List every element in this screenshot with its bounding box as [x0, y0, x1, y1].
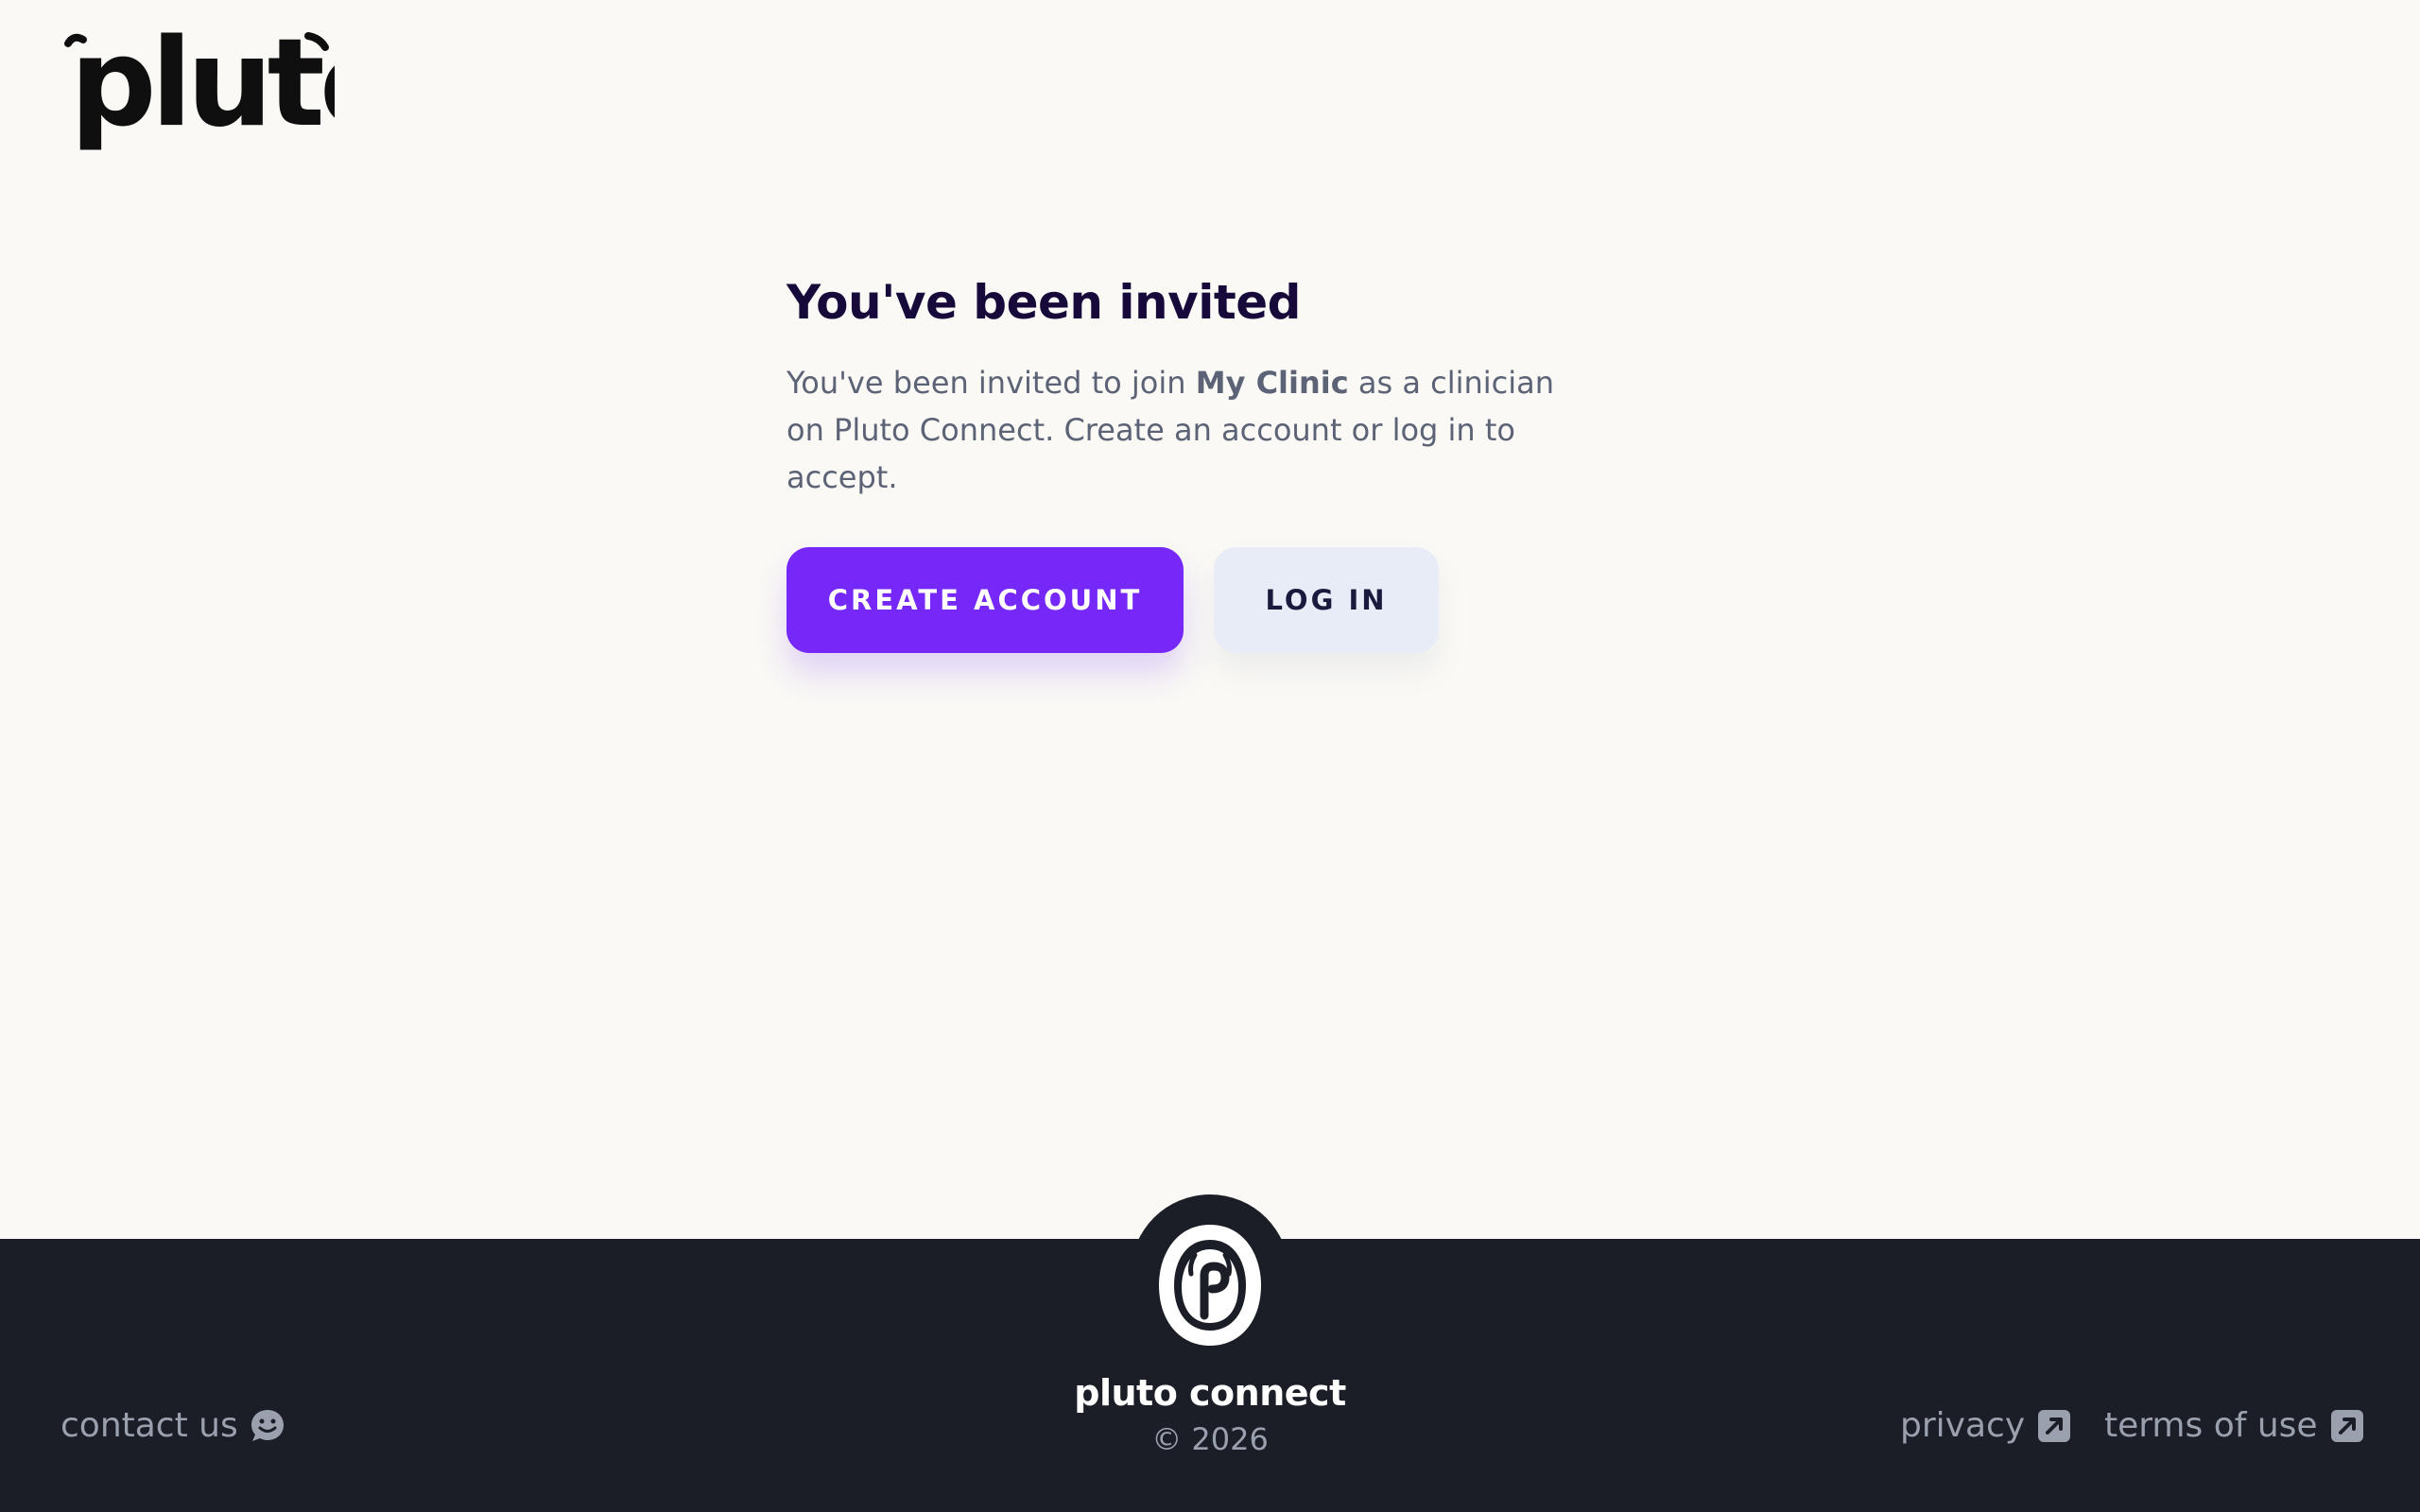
- contact-us-label: contact us: [60, 1406, 238, 1445]
- logo-text: pluto: [70, 26, 335, 151]
- invite-message: You've been invited to join My Clinic as…: [786, 359, 1581, 501]
- create-account-button[interactable]: CREATE ACCOUNT: [786, 547, 1184, 653]
- invite-actions: CREATE ACCOUNT LOG IN: [786, 547, 1439, 653]
- privacy-link[interactable]: privacy: [1900, 1406, 2072, 1445]
- log-in-button[interactable]: LOG IN: [1214, 547, 1439, 653]
- terms-of-use-label: terms of use: [2104, 1406, 2318, 1445]
- smiley-chat-icon: [251, 1409, 284, 1441]
- external-link-icon: [2330, 1409, 2363, 1442]
- contact-us-link[interactable]: contact us: [60, 1406, 285, 1445]
- privacy-label: privacy: [1900, 1406, 2026, 1445]
- page-title: You've been invited: [786, 275, 1301, 330]
- clinic-name: My Clinic: [1195, 365, 1349, 401]
- pluto-mark-icon: [1159, 1225, 1261, 1346]
- pluto-logo-mark: pluto: [64, 13, 404, 154]
- terms-of-use-link[interactable]: terms of use: [2104, 1406, 2365, 1445]
- invite-message-start: You've been invited to join: [786, 365, 1196, 401]
- pluto-logo[interactable]: pluto: [60, 13, 404, 154]
- invite-page: pluto You've been invited You've been in…: [0, 0, 2420, 1512]
- external-link-icon: [2038, 1409, 2071, 1442]
- invite-section: You've been invited You've been invited …: [786, 274, 1637, 653]
